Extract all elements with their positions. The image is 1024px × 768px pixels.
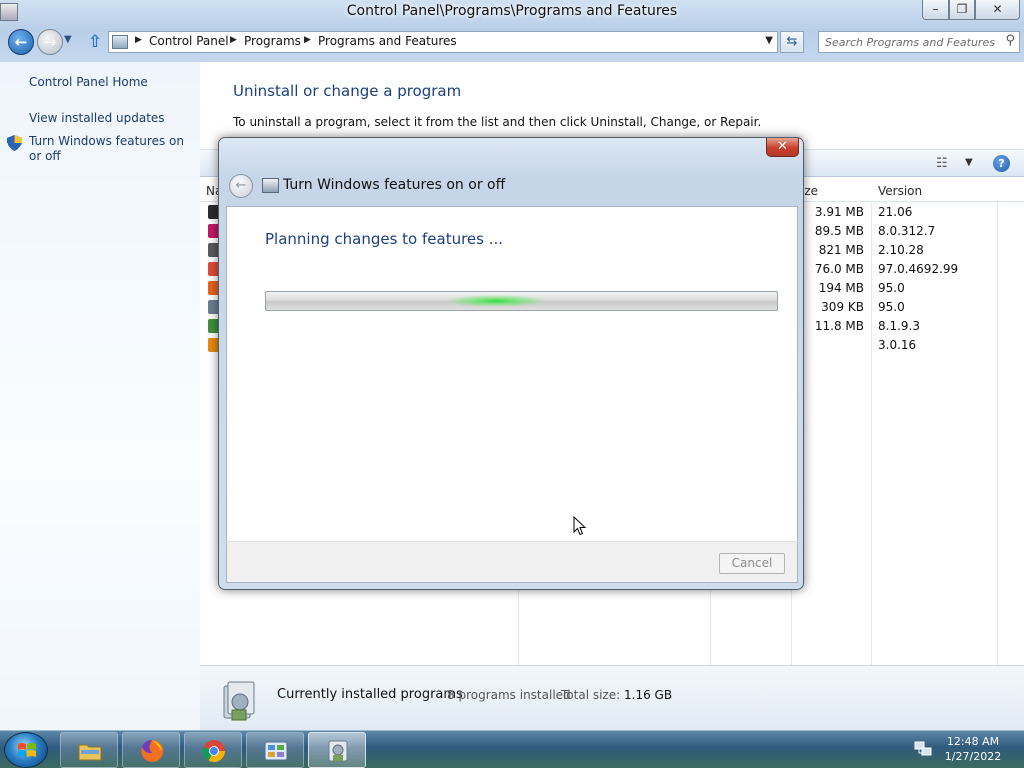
maximize-button[interactable]: ❐ (949, 0, 975, 20)
breadcrumb-separator-icon[interactable]: ▶ (304, 35, 311, 45)
sidebar-item-windows-features[interactable]: Turn Windows features on or off (29, 134, 194, 164)
dialog-close-button[interactable]: ✕ (766, 138, 799, 157)
breadcrumb-separator-icon[interactable]: ▶ (135, 35, 142, 45)
total-size-value: 1.16 GB (624, 688, 673, 702)
taskbar-explorer[interactable] (60, 732, 118, 768)
programs-count: 8 programs installed (447, 688, 571, 702)
chrome-icon (202, 740, 225, 762)
recent-pages-dropdown[interactable]: ▼ (64, 34, 72, 45)
program-size: 194 MB (818, 281, 864, 295)
folder-icon (78, 744, 102, 761)
change-view-icon[interactable]: ☷ (936, 156, 948, 171)
minimize-button[interactable]: – (922, 0, 949, 20)
breadcrumb-separator-icon[interactable]: ▶ (230, 35, 237, 45)
back-button[interactable]: ← (8, 29, 34, 55)
windows-features-dialog: ✕ ← Turn Windows features on or off Plan… (218, 137, 804, 590)
programs-icon (328, 740, 348, 762)
program-version: 95.0 (878, 281, 905, 295)
taskbar-firefox[interactable] (122, 732, 180, 768)
window-title: Control Panel\Programs\Programs and Feat… (346, 3, 678, 19)
title-bar: Control Panel\Programs\Programs and Feat… (0, 0, 1024, 26)
forward-button[interactable]: → (37, 29, 63, 55)
navigation-bar: ← → ▼ ⇧ ▶ Control Panel ▶ Programs ▶ Pro… (0, 28, 1024, 56)
dialog-title: Turn Windows features on or off (283, 177, 506, 193)
breadcrumb-programs-and-features[interactable]: Programs and Features (318, 34, 457, 48)
mouse-cursor-icon (573, 516, 587, 536)
column-version-header[interactable]: Version (878, 184, 922, 198)
program-version: 8.0.312.7 (878, 224, 936, 238)
dialog-body: Planning changes to features ... (226, 206, 798, 541)
windows-features-icon (262, 178, 279, 193)
program-size: 11.8 MB (814, 319, 864, 333)
details-pane: Currently installed programs 8 programs … (200, 665, 1024, 730)
cancel-button[interactable]: Cancel (719, 553, 785, 574)
address-bar[interactable]: ▶ Control Panel ▶ Programs ▶ Programs an… (108, 31, 778, 53)
sidebar-item-view-installed-updates[interactable]: View installed updates (29, 111, 194, 126)
address-dropdown-icon[interactable]: ▼ (765, 35, 773, 46)
dialog-back-button[interactable]: ← (229, 174, 253, 198)
breadcrumb-programs[interactable]: Programs (244, 34, 301, 48)
program-size: 309 KB (821, 300, 864, 314)
view-options-dropdown-icon[interactable]: ▼ (965, 157, 973, 168)
breadcrumb-control-panel[interactable]: Control Panel (149, 34, 229, 48)
search-input[interactable] (819, 32, 995, 52)
progress-marquee-glow (445, 295, 547, 307)
taskbar-programs-and-features[interactable] (308, 732, 366, 768)
sidebar-item-control-panel-home[interactable]: Control Panel Home (29, 75, 194, 90)
taskbar: 12:48 AM 1/27/2022 (0, 730, 1024, 768)
network-icon[interactable] (914, 740, 932, 758)
program-version: 95.0 (878, 300, 905, 314)
program-version: 2.10.28 (878, 243, 924, 257)
program-version: 3.0.16 (878, 338, 917, 352)
page-description: To uninstall a program, select it from t… (233, 115, 762, 129)
progress-bar (265, 291, 778, 311)
program-size: 821 MB (818, 243, 864, 257)
clock-date: 1/27/2022 (944, 750, 1002, 763)
taskbar-chrome[interactable] (184, 732, 242, 768)
search-icon[interactable]: ⚲ (1005, 33, 1015, 48)
program-size: 89.5 MB (814, 224, 864, 238)
dialog-heading: Planning changes to features ... (265, 230, 504, 248)
close-button[interactable]: ✕ (975, 0, 1020, 20)
program-version: 21.06 (878, 205, 913, 219)
control-panel-icon (112, 35, 128, 49)
up-arrow-icon[interactable]: ⇧ (86, 32, 104, 52)
installed-programs-label: Currently installed programs (277, 687, 463, 702)
firefox-icon (141, 739, 164, 762)
program-size: 76.0 MB (814, 262, 864, 276)
refresh-icon[interactable]: ⇆ (780, 31, 804, 53)
clock-time: 12:48 AM (946, 735, 1000, 748)
total-size-label: Total size: (561, 688, 621, 702)
help-icon[interactable]: ? (993, 155, 1010, 172)
windows-logo-icon (18, 743, 36, 757)
shield-icon (7, 135, 22, 151)
control-panel-icon (264, 741, 288, 761)
search-box[interactable]: ⚲ (818, 31, 1020, 53)
start-button[interactable] (4, 732, 48, 768)
dialog-footer: Cancel (226, 541, 798, 583)
program-version: 97.0.4692.99 (878, 262, 959, 276)
sidebar: Control Panel Home View installed update… (0, 62, 200, 730)
program-size: 3.91 MB (814, 205, 864, 219)
taskbar-control-panel[interactable] (246, 732, 304, 768)
page-title: Uninstall or change a program (233, 82, 462, 100)
programs-icon (223, 681, 255, 721)
system-clock[interactable]: 12:48 AM 1/27/2022 (937, 734, 1009, 764)
program-version: 8.1.9.3 (878, 319, 920, 333)
